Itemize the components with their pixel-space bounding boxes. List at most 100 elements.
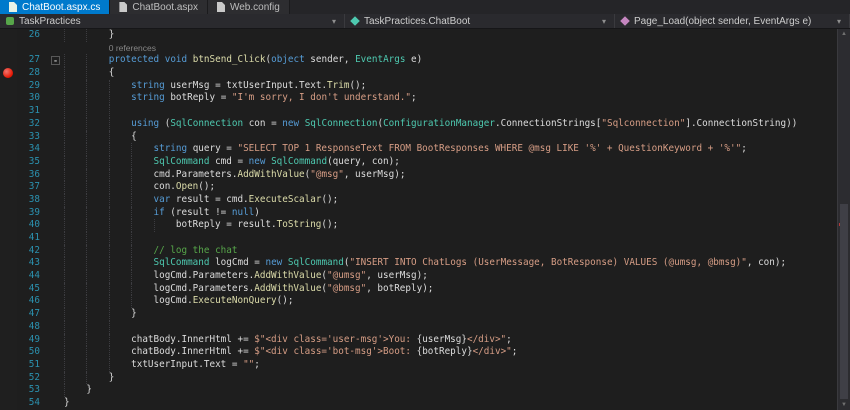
breakpoint-margin[interactable]	[0, 346, 17, 359]
breakpoint-margin[interactable]	[0, 257, 17, 270]
code-text: logCmd.Parameters.AddWithValue("@umsg", …	[64, 270, 837, 283]
code-editor[interactable]: 26}0 references27-protected void btnSend…	[0, 29, 850, 410]
breakpoint-margin[interactable]	[0, 359, 17, 372]
breakpoint-margin[interactable]	[0, 29, 17, 42]
indent-guide	[86, 245, 108, 258]
code-token: , userMsg);	[344, 169, 406, 180]
indent-guide	[131, 207, 153, 220]
code-token: logCmd =	[209, 257, 265, 268]
indent-guide	[64, 334, 86, 347]
code-token: ExecuteNonQuery	[193, 295, 277, 306]
indent-guide	[131, 143, 153, 156]
fold-margin: -	[48, 54, 64, 67]
breakpoint-margin[interactable]	[0, 169, 17, 182]
code-token: $"<div class='user-msg'>You:	[254, 334, 416, 345]
breakpoint-margin[interactable]	[0, 194, 17, 207]
tab-chatboot-aspx-cs[interactable]: ChatBoot.aspx.cs	[0, 0, 110, 14]
breakpoint-margin[interactable]	[0, 92, 17, 105]
code-text: txtUserInput.Text = "";	[64, 359, 837, 372]
collapse-icon[interactable]: -	[51, 56, 60, 65]
code-token: ();	[321, 219, 338, 230]
scrollbar-thumb[interactable]	[840, 204, 848, 399]
project-dropdown[interactable]: TaskPractices ▾	[0, 14, 345, 28]
tab-chatboot-aspx[interactable]: ChatBoot.aspx	[110, 0, 208, 14]
breakpoint-margin[interactable]	[0, 283, 17, 296]
code-token: chatBody.InnerHtml +=	[131, 346, 254, 357]
line-number: 35	[17, 156, 48, 169]
breakpoint-margin[interactable]	[0, 334, 17, 347]
tab-web-config[interactable]: Web.config	[208, 0, 290, 14]
code-lines: 26}0 references27-protected void btnSend…	[0, 29, 837, 410]
line-number: 47	[17, 308, 48, 321]
breakpoint-margin[interactable]	[0, 321, 17, 334]
breakpoint-margin[interactable]	[0, 308, 17, 321]
scroll-down-icon[interactable]: ▼	[838, 402, 850, 408]
breakpoint-icon[interactable]	[3, 68, 13, 78]
indent-guide	[131, 219, 153, 232]
breakpoint-margin[interactable]	[0, 181, 17, 194]
line-number: 52	[17, 372, 48, 385]
indent-guide	[109, 194, 131, 207]
breakpoint-margin[interactable]	[0, 232, 17, 245]
vertical-scrollbar[interactable]: ▲ ▼	[837, 29, 850, 410]
indent-guide	[131, 257, 153, 270]
code-text	[64, 105, 837, 118]
breakpoint-margin[interactable]	[0, 372, 17, 385]
code-token: "INSERT INTO ChatLogs (UserMessage, BotR…	[349, 257, 746, 268]
code-token: AddWithValue	[254, 283, 321, 294]
fold-margin	[48, 80, 64, 93]
code-token: e)	[405, 54, 422, 65]
code-line: 45logCmd.Parameters.AddWithValue("@bmsg"…	[0, 283, 837, 296]
indent-guide	[86, 118, 108, 131]
breakpoint-margin[interactable]	[0, 384, 17, 397]
code-token: AddWithValue	[254, 270, 321, 281]
indent-guide	[109, 92, 131, 105]
breakpoint-margin[interactable]	[0, 245, 17, 258]
code-token: SqlConnection	[305, 118, 378, 129]
indent-guide	[64, 169, 86, 182]
breakpoint-margin[interactable]	[0, 219, 17, 232]
indent-guide	[86, 372, 108, 385]
indent-guide	[131, 295, 153, 308]
codelens-references[interactable]: 0 references	[109, 43, 156, 53]
breakpoint-margin[interactable]	[0, 143, 17, 156]
code-token: ExecuteScalar	[249, 194, 322, 205]
indent-guide	[86, 219, 108, 232]
fold-margin	[48, 283, 64, 296]
breakpoint-margin[interactable]	[0, 80, 17, 93]
breakpoint-margin[interactable]	[0, 156, 17, 169]
code-token: sender,	[305, 54, 355, 65]
indent-guide	[86, 143, 108, 156]
code-text: logCmd.ExecuteNonQuery();	[64, 295, 837, 308]
breakpoint-margin[interactable]	[0, 42, 17, 55]
indent-guide	[109, 257, 131, 270]
breakpoint-margin[interactable]	[0, 131, 17, 144]
code-token: new	[265, 257, 282, 268]
code-line: 28{	[0, 67, 837, 80]
code-token: ();	[198, 181, 215, 192]
breakpoint-margin[interactable]	[0, 397, 17, 410]
breakpoint-margin[interactable]	[0, 270, 17, 283]
code-token: SqlCommand	[271, 156, 327, 167]
fold-margin	[48, 295, 64, 308]
fold-margin	[48, 92, 64, 105]
class-dropdown[interactable]: TaskPractices.ChatBoot ▾	[345, 14, 615, 28]
breakpoint-margin[interactable]	[0, 295, 17, 308]
breakpoint-margin[interactable]	[0, 105, 17, 118]
breakpoint-margin[interactable]	[0, 67, 17, 80]
breakpoint-margin[interactable]	[0, 118, 17, 131]
code-token: }	[86, 384, 92, 395]
scroll-up-icon[interactable]: ▲	[838, 31, 850, 37]
member-dropdown[interactable]: Page_Load(object sender, EventArgs e) ▾	[615, 14, 850, 28]
line-number: 44	[17, 270, 48, 283]
breakpoint-margin[interactable]	[0, 54, 17, 67]
code-token: }	[131, 308, 137, 319]
code-token: Open	[176, 181, 198, 192]
file-icon	[217, 2, 225, 12]
code-token: logCmd.Parameters.	[154, 283, 255, 294]
code-token: ""	[243, 359, 254, 370]
code-line: 26}	[0, 29, 837, 42]
chevron-down-icon: ▾	[837, 17, 843, 26]
breakpoint-margin[interactable]	[0, 207, 17, 220]
fold-margin	[48, 219, 64, 232]
